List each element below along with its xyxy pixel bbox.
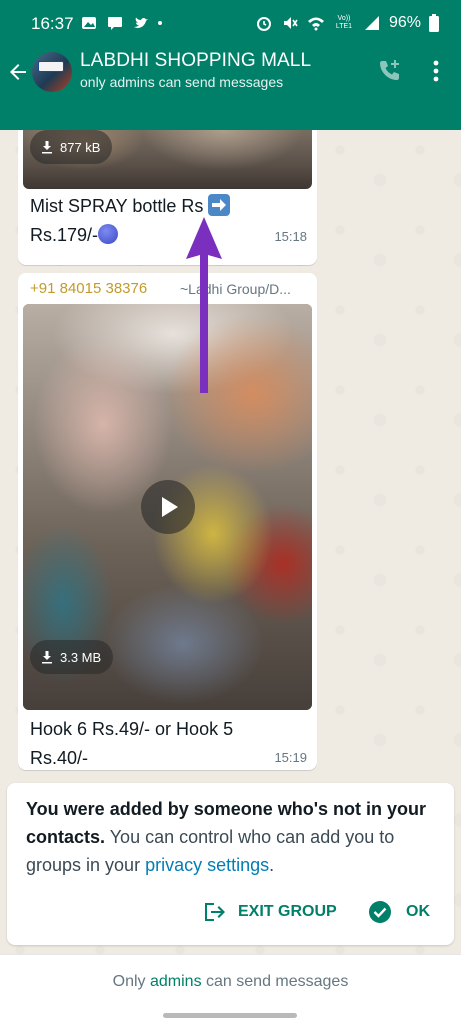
exit-group-button[interactable]: EXIT GROUP [202,895,337,929]
group-avatar[interactable] [32,52,72,92]
network-label: Vo)) LTE1 [335,15,353,30]
play-icon [162,497,178,517]
notice-text: You were added by someone who's not in y… [26,799,426,875]
ok-button[interactable]: OK [368,895,430,929]
signal-icon [364,16,379,30]
back-arrow-icon[interactable] [6,60,30,84]
group-subtitle: only admins can send messages [80,74,284,90]
download-icon [42,651,52,664]
exit-icon [205,903,225,921]
message-time: 15:19 [274,750,307,765]
media-size: 3.3 MB [60,649,102,665]
group-title[interactable]: LABDHI SHOPPING MALL [80,50,311,72]
more-options-icon[interactable] [426,58,446,84]
blue-circle-emoji-icon [98,224,119,244]
app-bar: LABDHI SHOPPING MALL only admins can sen… [0,48,461,130]
notification-icons [80,14,162,32]
message-bubble: +91 84015 38376 ~Ladhi Group/D... 3.3 MB… [18,273,317,770]
wifi-icon [307,17,324,31]
right-arrow-emoji-icon [208,194,231,216]
admins-link[interactable]: admins [150,973,202,990]
check-circle-icon [369,901,391,923]
media-size: 877 kB [60,139,101,155]
mute-icon [283,17,298,29]
message-bubble: 877 kB Mist SPRAY bottle Rs Rs.179/- 15:… [18,130,317,265]
footer-message: Only admins can send messages [112,973,349,990]
download-button[interactable]: 877 kB [30,130,113,164]
chat-header: 16:37 Vo)) LTE1 96% LABDHI SHOPPING MALL… [0,0,461,130]
video-attachment[interactable]: 3.3 MB [23,304,312,710]
gallery-icon [82,17,96,29]
add-call-icon [380,60,399,80]
alarm-icon [256,17,271,31]
message-text: Hook 6 Rs.49/- or Hook 5 Rs.40/- [30,719,234,768]
message-time: 15:18 [274,229,307,244]
twitter-icon [134,17,148,28]
battery-icon [429,14,439,32]
added-notice-card: You were added by someone who's not in y… [7,783,454,945]
footer-bar: Only admins can send messages [0,954,461,1024]
sender-phone[interactable]: +91 84015 38376 [30,280,147,297]
privacy-settings-link[interactable]: privacy settings [145,855,269,875]
status-bar: 16:37 Vo)) LTE1 96% [0,0,461,48]
status-time: 16:37 [31,14,74,33]
download-button[interactable]: 3.3 MB [30,640,114,674]
battery-percent: 96% [388,14,421,31]
more-dot-icon [158,21,162,25]
home-indicator[interactable] [163,1013,297,1018]
message-text: Mist SPRAY bottle Rs Rs.179/- [30,192,280,250]
image-attachment[interactable]: 877 kB [23,130,312,189]
annotation-arrow-icon [186,217,222,393]
play-button[interactable] [141,480,195,534]
message-icon [108,17,122,30]
system-icons: Vo)) LTE1 96% [255,14,439,32]
download-icon [42,141,52,154]
